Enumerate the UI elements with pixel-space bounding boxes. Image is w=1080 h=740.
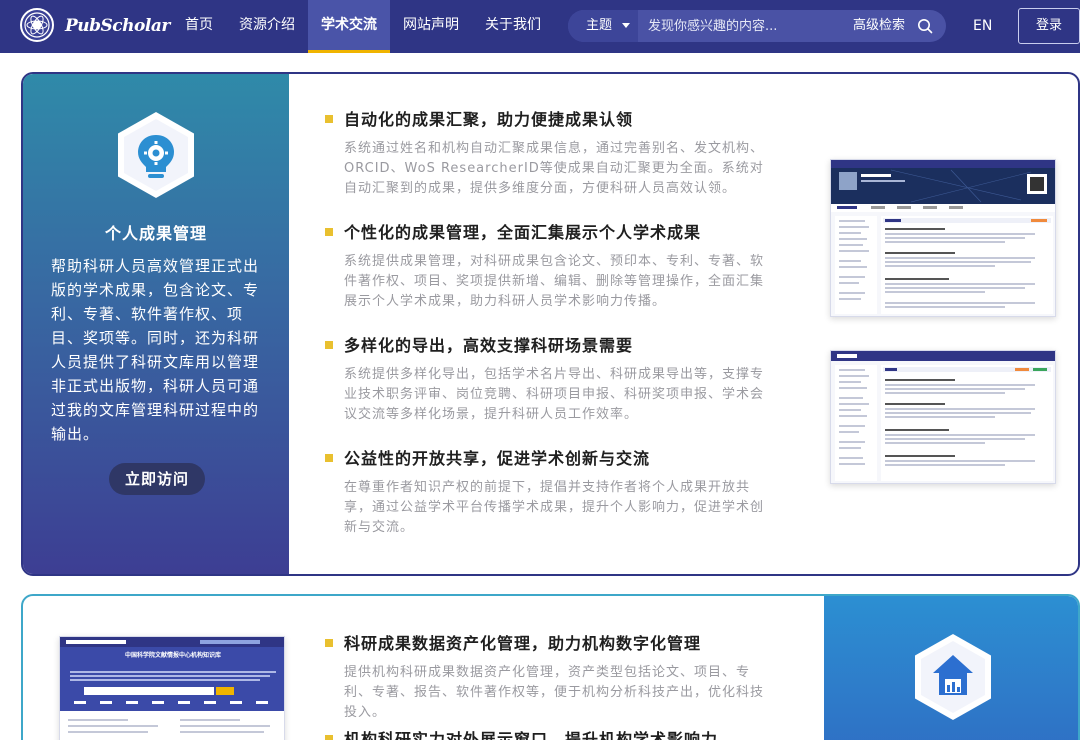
login-button[interactable]: 登录 xyxy=(1018,8,1080,44)
feature-title: 多样化的导出，高效支撑科研场景需要 xyxy=(324,335,764,357)
feature-personalized-management: 个性化的成果管理，全面汇集展示个人学术成果 系统提供成果管理，对科研成果包含论文… xyxy=(324,222,764,312)
language-toggle[interactable]: EN xyxy=(973,0,992,53)
lightbulb-gear-icon xyxy=(138,135,174,178)
feature-auto-aggregation: 自动化的成果汇聚，助力便捷成果认领 系统通过姓名和机构自动汇聚成果信息，通过完善… xyxy=(324,109,764,199)
feature-hexagon xyxy=(118,112,194,198)
feature-description: 提供机构科研成果数据资产化管理，资产类型包括论文、项目、专利、专著、报告、软件著… xyxy=(344,665,765,720)
feature-institution-showcase: 机构科研实力对外展示窗口，提升机构学术影响力 xyxy=(324,729,764,740)
nav-about[interactable]: 关于我们 xyxy=(472,0,554,53)
search-topic-label: 主题 xyxy=(586,18,613,33)
feature-open-sharing: 公益性的开放共享，促进学术创新与交流 在尊重作者知识产权的前提下，提倡并支持作者… xyxy=(324,448,764,538)
feature-title: 机构科研实力对外展示窗口，提升机构学术影响力 xyxy=(324,729,764,740)
main-nav: 首页 资源介绍 学术交流 网站声明 关于我们 xyxy=(172,0,554,53)
nav-resources[interactable]: 资源介绍 xyxy=(226,0,308,53)
feature-diverse-export: 多样化的导出，高效支撑科研场景需要 系统提供多样化导出，包括学术名片导出、科研成… xyxy=(324,335,764,425)
institution-card-sidebar xyxy=(824,596,1078,740)
preview-repository-title: 中国科学院文献情报中心机构知识库 xyxy=(124,652,221,659)
pubscholar-logo[interactable]: PubScholar xyxy=(65,12,170,40)
top-nav-bar: PubScholar 首页 资源介绍 学术交流 网站声明 关于我们 主题 高级检… xyxy=(0,0,1080,53)
feature-hexagon xyxy=(915,634,991,720)
institution-repository-card: 中国科学院文献情报中心机构知识库 科研成果数据资产化管理，助力机构数字化管理 提… xyxy=(21,594,1080,740)
search-bar: 主题 高级检索 xyxy=(568,10,946,42)
feature-data-asset-management: 科研成果数据资产化管理，助力机构数字化管理 提供机构科研成果数据资产化管理，资产… xyxy=(324,633,764,723)
feature-title: 自动化的成果汇聚，助力便捷成果认领 xyxy=(324,109,764,131)
institution-repository-preview-image: 中国科学院文献情报中心机构知识库 xyxy=(59,636,285,740)
personal-card-description: 帮助科研人员高效管理正式出版的学术成果，包含论文、专利、专著、软件著作权、项目、… xyxy=(51,257,260,443)
nav-academic-exchange[interactable]: 学术交流 xyxy=(308,0,390,53)
personal-achievement-card: 个人成果管理 帮助科研人员高效管理正式出版的学术成果，包含论文、专利、专著、软件… xyxy=(21,72,1080,576)
export-page-preview-image xyxy=(830,350,1056,484)
feature-description: 系统提供成果管理，对科研成果包含论文、预印本、专利、专著、软件著作权、项目、奖项… xyxy=(344,254,765,309)
nav-home[interactable]: 首页 xyxy=(172,0,226,53)
chevron-down-icon xyxy=(622,23,630,28)
profile-page-preview-image xyxy=(830,159,1056,317)
feature-title: 个性化的成果管理，全面汇集展示个人学术成果 xyxy=(324,222,764,244)
feature-description: 系统提供多样化导出，包括学术名片导出、科研成果导出等，支撑专业技术职务评审、岗位… xyxy=(344,367,765,422)
search-icon[interactable] xyxy=(917,18,933,34)
nav-statement[interactable]: 网站声明 xyxy=(390,0,472,53)
cas-seal-logo[interactable] xyxy=(20,8,54,42)
feature-title: 公益性的开放共享，促进学术创新与交流 xyxy=(324,448,764,470)
search-topic-select[interactable]: 主题 xyxy=(568,10,638,42)
feature-title: 科研成果数据资产化管理，助力机构数字化管理 xyxy=(324,633,764,655)
advanced-search-link[interactable]: 高级检索 xyxy=(853,10,905,42)
feature-description: 在尊重作者知识产权的前提下，提倡并支持作者将个人成果开放共享，通过公益学术平台传… xyxy=(344,480,765,535)
visit-now-button[interactable]: 立即访问 xyxy=(109,463,205,495)
personal-card-title: 个人成果管理 xyxy=(104,224,207,243)
personal-card-sidebar: 个人成果管理 帮助科研人员高效管理正式出版的学术成果，包含论文、专利、专著、软件… xyxy=(23,74,289,574)
house-chart-icon xyxy=(933,655,973,695)
feature-description: 系统通过姓名和机构自动汇聚成果信息，通过完善别名、发文机构、ORCID、WoS … xyxy=(344,141,765,196)
search-input[interactable] xyxy=(640,10,840,42)
